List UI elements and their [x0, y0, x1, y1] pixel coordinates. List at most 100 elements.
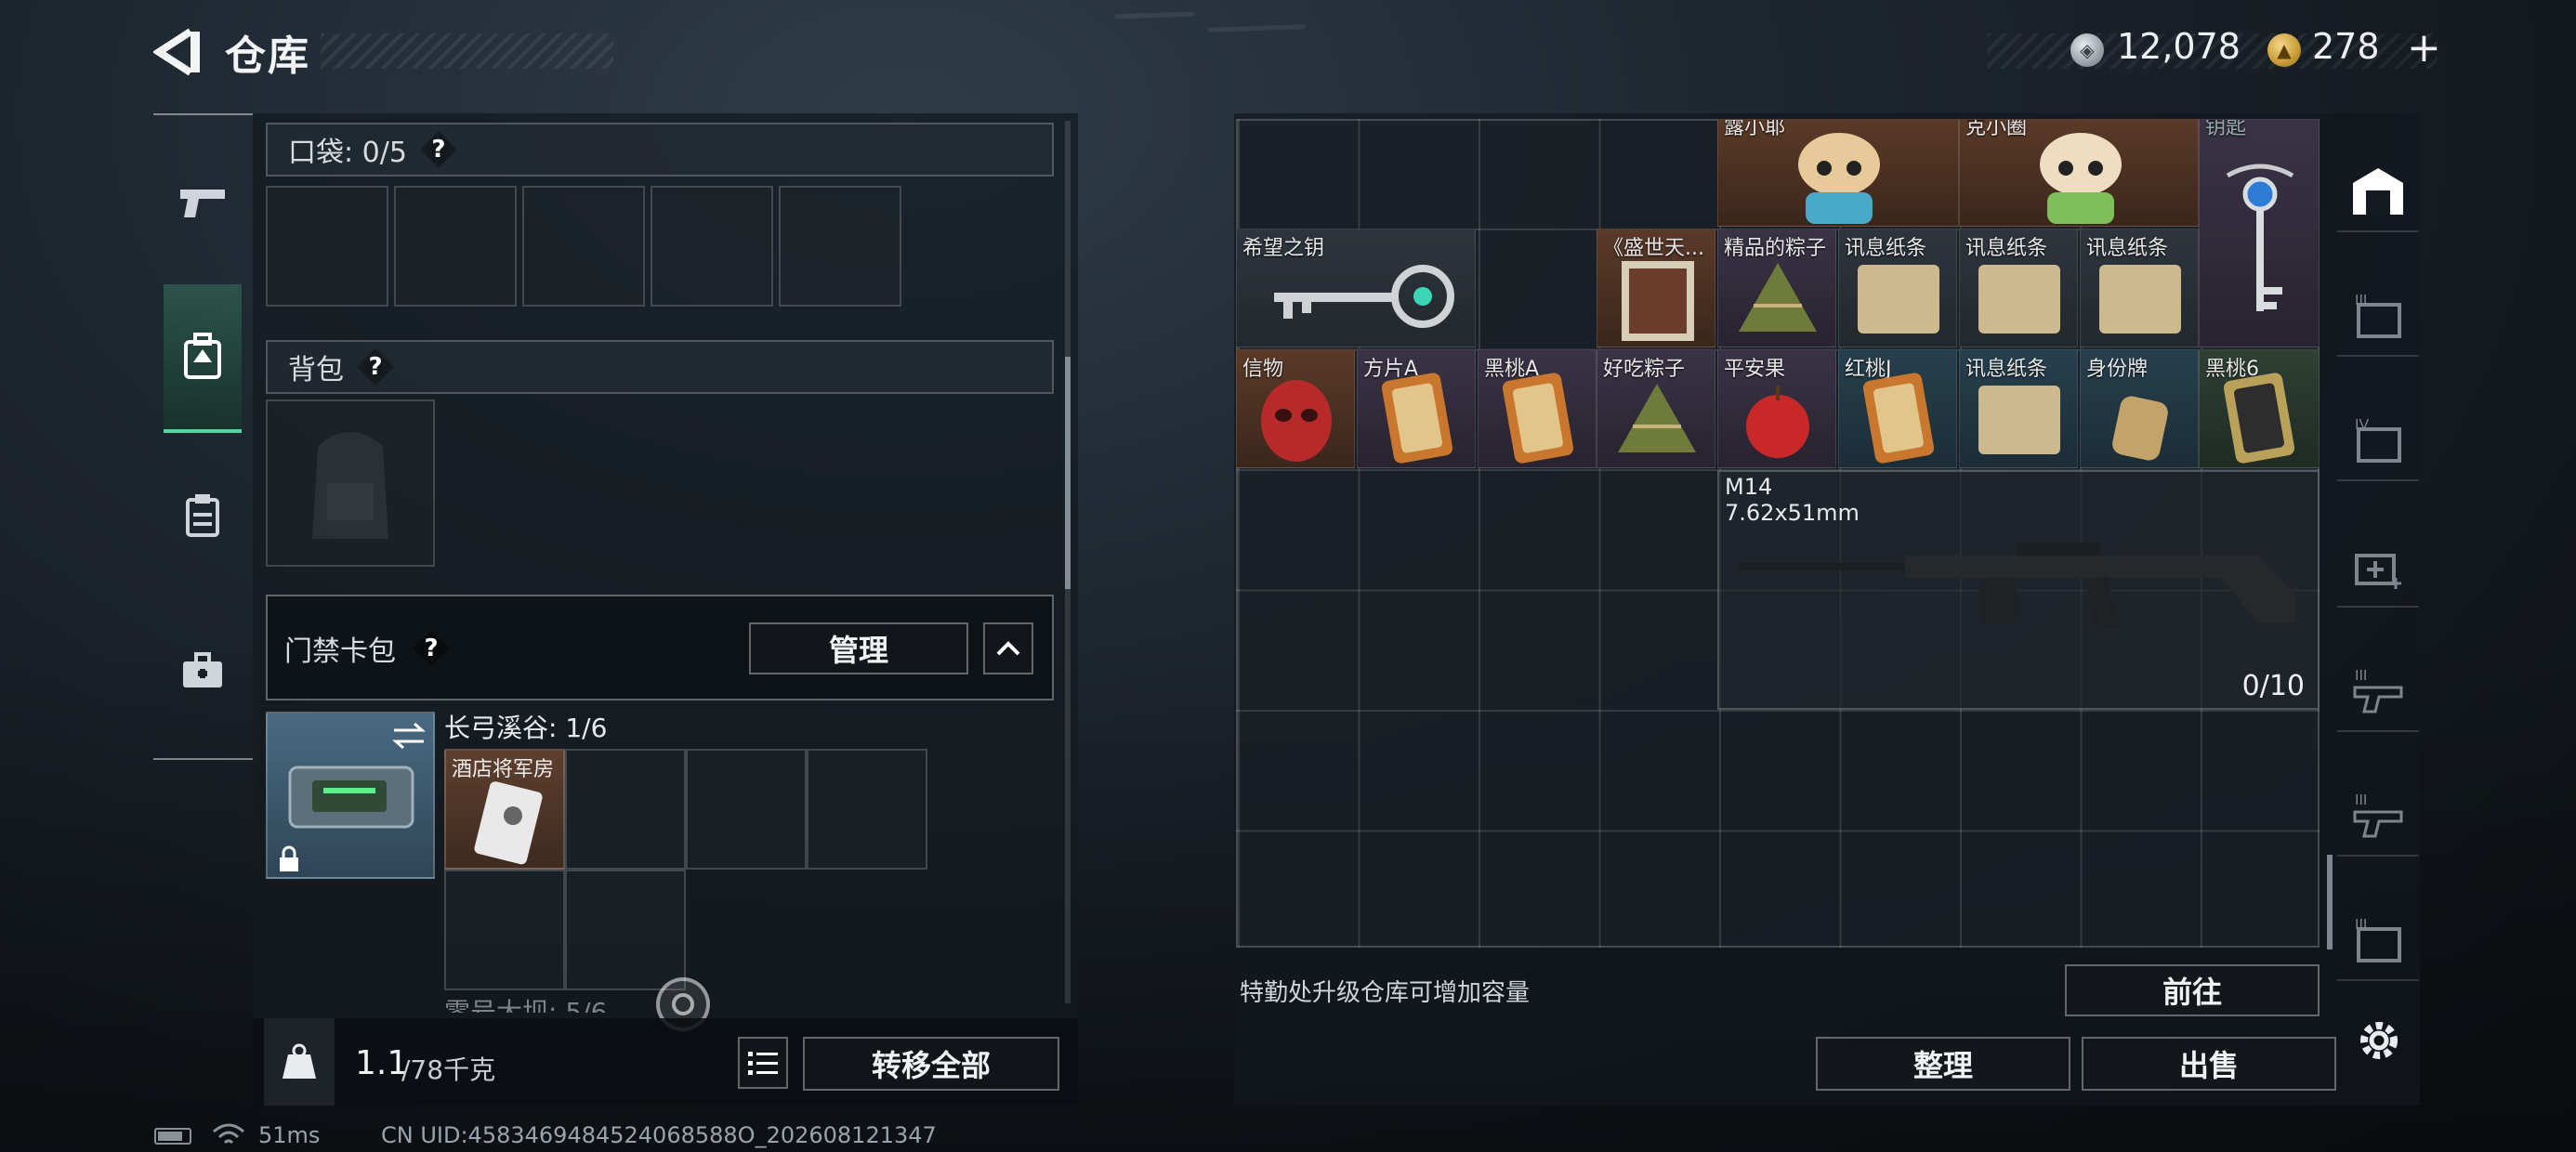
transfer-all-button[interactable]: 转移全部	[803, 1037, 1059, 1091]
stash-item-zongzi[interactable]: 好吃粽子	[1597, 349, 1715, 468]
svg-text:III: III	[2355, 668, 2367, 684]
stash-scrollbar-thumb[interactable]	[2327, 855, 2333, 949]
stash-tab-home[interactable]	[2337, 151, 2419, 232]
tab-warehouse[interactable]	[164, 284, 242, 433]
goto-button[interactable]: 前往	[2065, 964, 2320, 1016]
stash-tab-weapon-1[interactable]: III	[2337, 650, 2419, 732]
paper-note-icon	[1858, 265, 1939, 334]
stash-tab-medical[interactable]	[2337, 526, 2419, 608]
weight-max: /78千克	[401, 1054, 496, 1085]
pocket-label: 口袋: 0/5	[288, 137, 407, 169]
backpack-badge-icon	[184, 333, 221, 379]
sell-button[interactable]: 出售	[2082, 1037, 2336, 1091]
weapon-case-icon: III	[2353, 792, 2403, 838]
keycard-item[interactable]: 酒店将军房	[444, 749, 565, 870]
pocket-slot[interactable]	[779, 186, 901, 307]
manage-button[interactable]: 管理	[749, 622, 968, 674]
keycard-slot[interactable]	[565, 749, 686, 870]
pocket-slot[interactable]	[651, 186, 773, 307]
stash-tab-3[interactable]: IV	[2337, 399, 2419, 481]
keycard-slot[interactable]	[686, 749, 807, 870]
tab-weapon[interactable]	[165, 165, 240, 240]
empty-backpack-icon	[312, 432, 388, 539]
keycard-slot[interactable]	[807, 749, 927, 870]
stash-item-m14[interactable]: M14 7.62x51mm 0/10	[1717, 470, 2320, 710]
clipboard-icon	[186, 494, 219, 537]
add-currency-button[interactable]: +	[2407, 24, 2441, 72]
keycard-case[interactable]	[266, 712, 435, 879]
tab-bag[interactable]	[165, 478, 240, 552]
stash-item-mask[interactable]: 信物	[1236, 349, 1355, 468]
doll-figure-icon	[1798, 133, 1880, 224]
playing-card-icon	[1863, 373, 1934, 464]
keycard-slot[interactable]	[444, 870, 565, 990]
backpack-help-button[interactable]: ?	[357, 348, 394, 386]
stash-item-book[interactable]: 《盛世天...	[1597, 229, 1715, 347]
stash-item-card[interactable]: 黑桃A	[1478, 349, 1597, 468]
settings-button[interactable]	[2355, 1016, 2403, 1065]
playing-card-icon	[1503, 373, 1573, 464]
collapse-button[interactable]	[983, 622, 1033, 674]
keycard-slot[interactable]	[565, 870, 686, 990]
svg-text:III: III	[2355, 293, 2367, 308]
silver-balance: 12,078	[2117, 26, 2241, 67]
back-button[interactable]	[151, 28, 207, 76]
stash-item-key[interactable]: 希望之钥	[1236, 229, 1476, 347]
stash-page-5-icon: III	[2355, 917, 2401, 962]
weapon-ammo: 7.62x51mm	[1725, 500, 1860, 526]
stash-item-tag[interactable]: 身份牌	[2080, 349, 2199, 468]
stash-item-figure[interactable]: 露小耶	[1717, 119, 1959, 227]
book-icon	[1622, 261, 1694, 341]
stash-item-note[interactable]: 讯息纸条	[1959, 229, 2078, 347]
backpack-header: 背包 ?	[266, 340, 1054, 394]
pocket-help-button[interactable]: ?	[419, 131, 457, 168]
svg-text:IV: IV	[2355, 417, 2369, 433]
stash-item-note[interactable]: 讯息纸条	[1959, 349, 2078, 468]
paper-note-icon	[1978, 265, 2060, 334]
medical-case-icon	[2355, 554, 2401, 589]
weapon-case-icon: III	[2353, 668, 2403, 713]
keycard-label: 门禁卡包	[284, 635, 396, 668]
rifle-icon	[1738, 543, 2295, 633]
arrange-button[interactable]: 整理	[1816, 1037, 2070, 1091]
tab-medkit[interactable]	[165, 634, 240, 708]
left-scrollbar-thumb[interactable]	[1065, 357, 1071, 589]
stash-item-zongzi[interactable]: 精品的粽子	[1717, 229, 1836, 347]
playing-card-icon	[2224, 373, 2294, 464]
keycard-case-icon	[288, 766, 414, 829]
knob-ring	[672, 993, 694, 1015]
stash-item-card[interactable]: 方片A	[1357, 349, 1476, 468]
briefcase-icon	[183, 652, 222, 687]
pocket-slot[interactable]	[522, 186, 645, 307]
back-arrow-icon	[151, 28, 200, 76]
stash-item-note[interactable]: 讯息纸条	[2080, 229, 2199, 347]
stash-item-apple[interactable]: 平安果	[1717, 349, 1836, 468]
pocket-slot[interactable]	[394, 186, 517, 307]
stash-item-card[interactable]: 红桃J	[1838, 349, 1957, 468]
stash-item-figure[interactable]: 克小圈	[1959, 119, 2199, 227]
silver-coin-icon: ◈	[2070, 33, 2104, 67]
list-view-button[interactable]	[738, 1037, 788, 1089]
stash-page-3-icon: IV	[2355, 417, 2401, 463]
backpack-label: 背包	[288, 354, 344, 386]
capacity-hint: 特勤处升级仓库可增加容量	[1240, 979, 1531, 1007]
pocket-slot[interactable]	[266, 186, 388, 307]
lock-icon	[280, 845, 298, 871]
svg-text:III: III	[2355, 917, 2367, 933]
stash-item-card[interactable]: 黑桃6	[2199, 349, 2320, 468]
ping-text: 51ms	[258, 1122, 321, 1148]
stash-tab-5[interactable]: III	[2337, 899, 2419, 981]
gold-balance: 278	[2312, 26, 2380, 67]
stash-tab-2[interactable]: III	[2337, 275, 2419, 357]
gear-icon	[2360, 1022, 2398, 1059]
backpack-slot[interactable]	[266, 399, 435, 567]
uid-text: CN UID:4583469484524068588O_202608121347	[381, 1122, 937, 1148]
weight-icon	[283, 1043, 316, 1079]
list-icon	[748, 1052, 778, 1075]
stash-item-key[interactable]: 钥匙	[2199, 119, 2320, 347]
stash-tab-weapon-2[interactable]: III	[2337, 775, 2419, 857]
next-section-label: 零号大坝: 5/6	[444, 997, 608, 1013]
keycard-section-label: 长弓溪谷: 1/6	[444, 713, 608, 743]
chevron-up-icon	[996, 641, 1020, 656]
stash-item-note[interactable]: 讯息纸条	[1838, 229, 1957, 347]
